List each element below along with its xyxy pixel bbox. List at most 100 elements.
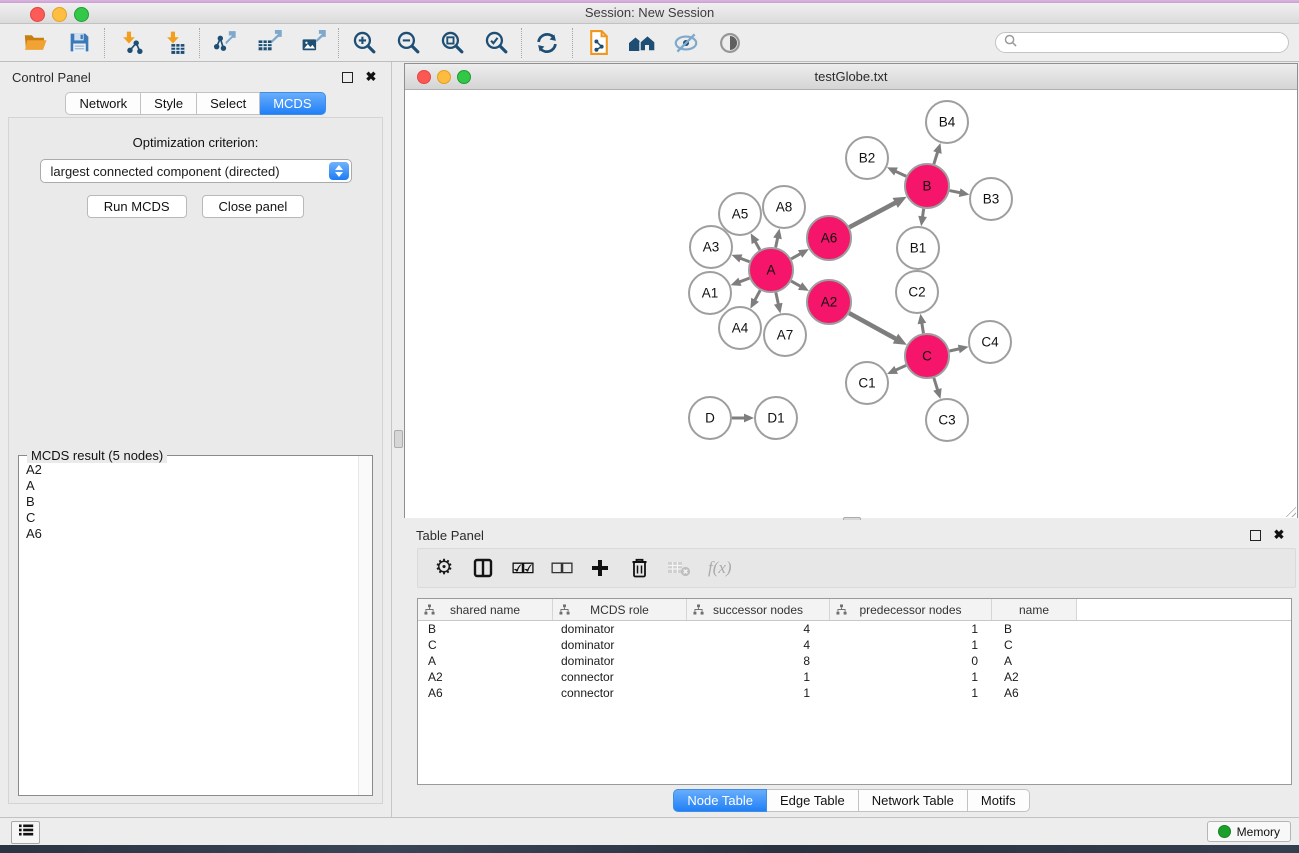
node-label-A2: A2 [821, 295, 838, 310]
network-window-titlebar[interactable]: testGlobe.txt [405, 64, 1297, 90]
table-cell: A2 [418, 670, 553, 684]
column-label: name [1019, 603, 1049, 617]
task-history-button[interactable] [11, 821, 40, 844]
arrowhead-icon [918, 216, 927, 227]
open-session-icon[interactable] [20, 28, 50, 58]
table-row[interactable]: Cdominator41C [418, 637, 1291, 653]
edge-C-C3[interactable] [934, 378, 938, 391]
node-label-A5: A5 [732, 207, 749, 222]
arrowhead-icon [933, 388, 941, 399]
table-cell: 1 [687, 686, 830, 700]
node-table: shared name MCDS role successor nodes prede… [417, 598, 1292, 785]
splitter-handle[interactable] [394, 430, 403, 448]
table-row[interactable]: Bdominator41B [418, 621, 1291, 637]
arrowhead-icon [732, 254, 743, 262]
column-label: shared name [450, 603, 520, 617]
export-image-icon[interactable] [298, 28, 328, 58]
session-title: Session: New Session [0, 3, 1299, 23]
table-body: Bdominator41BCdominator41CAdominator80AA… [418, 621, 1291, 701]
result-scrollbar[interactable] [358, 456, 372, 795]
shared-column-icon [693, 604, 704, 618]
tab-network[interactable]: Network [65, 92, 141, 115]
result-item[interactable]: A2 [26, 462, 358, 478]
add-row-icon[interactable] [589, 555, 611, 581]
home-icon[interactable] [627, 28, 657, 58]
column-header-MCDS-role[interactable]: MCDS role [553, 599, 687, 620]
close-panel-button[interactable]: Close panel [202, 195, 305, 218]
arrowhead-icon [918, 314, 927, 325]
criterion-dropdown[interactable]: largest connected component (directed) [40, 159, 352, 183]
import-table-icon[interactable] [159, 28, 189, 58]
edge-B-B4[interactable] [934, 151, 938, 164]
close-panel-icon[interactable]: ✖ [363, 69, 379, 85]
select-all-icon[interactable]: ☑☑ [511, 555, 533, 581]
run-mcds-button[interactable]: Run MCDS [87, 195, 187, 218]
search-field[interactable] [995, 32, 1289, 53]
float-table-panel-icon[interactable] [1247, 527, 1263, 543]
column-header-name[interactable]: name [992, 599, 1077, 620]
control-panel-tabs: NetworkStyleSelectMCDS [0, 92, 391, 115]
column-header-successor-nodes[interactable]: successor nodes [687, 599, 830, 620]
column-header-shared-name[interactable]: shared name [418, 599, 553, 620]
table-row[interactable]: Adominator80A [418, 653, 1291, 669]
column-label: successor nodes [713, 603, 803, 617]
edge-A-A7[interactable] [776, 292, 779, 305]
result-item[interactable]: A [26, 478, 358, 494]
column-header-predecessor-nodes[interactable]: predecessor nodes [830, 599, 992, 620]
show-columns-icon[interactable] [472, 555, 494, 581]
toolbar-group [200, 28, 338, 58]
toolbar-group [10, 28, 104, 58]
edge-A2-C[interactable] [849, 313, 897, 339]
result-item[interactable]: A6 [26, 526, 358, 542]
table-settings-icon[interactable]: ⚙ [433, 555, 455, 581]
table-cell: A [418, 654, 553, 668]
result-item[interactable]: C [26, 510, 358, 526]
search-icon [1004, 34, 1017, 52]
import-network-icon[interactable] [115, 28, 145, 58]
tab-mcds[interactable]: MCDS [260, 92, 325, 115]
edge-A6-B[interactable] [849, 202, 897, 227]
delete-table-icon [667, 555, 691, 581]
zoom-out-icon[interactable] [393, 28, 423, 58]
hide-eye-icon[interactable] [671, 28, 701, 58]
save-session-icon[interactable] [64, 28, 94, 58]
table-cell: dominator [553, 654, 687, 668]
node-label-B3: B3 [983, 192, 1000, 207]
network-canvas[interactable]: AA1A2A3A4A5A6A7A8BB1B2B3B4CC1C2C3C4DD1 [405, 90, 1297, 518]
network-window-title: testGlobe.txt [405, 64, 1297, 89]
node-label-C1: C1 [858, 376, 875, 391]
network-document-icon[interactable] [583, 28, 613, 58]
delete-row-icon[interactable] [628, 555, 650, 581]
table-tabs: Node TableEdge TableNetwork TableMotifs [404, 789, 1299, 812]
mcds-tab-content: Optimization criterion: largest connecte… [8, 117, 383, 804]
tab-network-table[interactable]: Network Table [859, 789, 968, 812]
table-cell: 1 [687, 670, 830, 684]
arrowhead-icon [933, 143, 941, 154]
table-cell: 1 [830, 638, 992, 652]
zoom-in-icon[interactable] [349, 28, 379, 58]
tab-node-table[interactable]: Node Table [673, 789, 767, 812]
search-input[interactable] [1022, 35, 1280, 51]
float-panel-icon[interactable] [339, 69, 355, 85]
close-table-panel-icon[interactable]: ✖ [1271, 527, 1287, 543]
tab-style[interactable]: Style [141, 92, 197, 115]
apply-layout-icon[interactable] [532, 28, 562, 58]
zoom-selected-icon[interactable] [481, 28, 511, 58]
main-titlebar[interactable]: Session: New Session [0, 3, 1299, 24]
result-item[interactable]: B [26, 494, 358, 510]
contrast-eye-icon[interactable] [715, 28, 745, 58]
tab-edge-table[interactable]: Edge Table [767, 789, 859, 812]
tab-motifs[interactable]: Motifs [968, 789, 1030, 812]
tab-select[interactable]: Select [197, 92, 260, 115]
table-row[interactable]: A6connector11A6 [418, 685, 1291, 701]
memory-button[interactable]: Memory [1207, 821, 1291, 842]
mcds-result-list[interactable]: A2ABCA6 [20, 457, 358, 794]
table-row[interactable]: A2connector11A2 [418, 669, 1291, 685]
node-label-C2: C2 [908, 285, 925, 300]
control-panel-title: Control Panel [12, 70, 91, 85]
export-table-icon[interactable] [254, 28, 284, 58]
export-network-icon[interactable] [210, 28, 240, 58]
memory-label: Memory [1237, 825, 1280, 839]
unselect-all-icon[interactable]: ☐☐ [550, 555, 572, 581]
zoom-fit-icon[interactable] [437, 28, 467, 58]
